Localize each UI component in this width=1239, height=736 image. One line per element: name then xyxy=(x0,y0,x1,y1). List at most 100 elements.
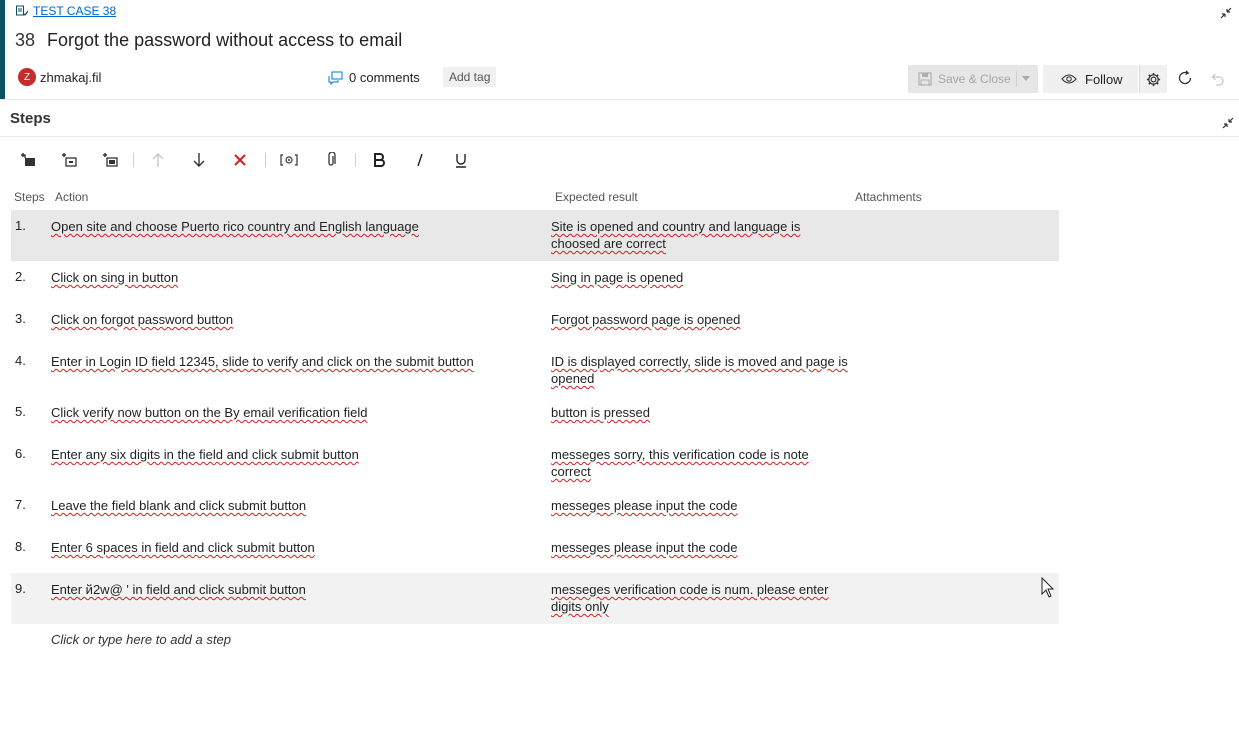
step-number: 9. xyxy=(15,581,26,596)
step-row[interactable]: 7. Leave the field blank and click submi… xyxy=(11,489,1059,531)
insert-shared-steps-button[interactable] xyxy=(59,150,79,170)
step-row[interactable]: 6. Enter any six digits in the field and… xyxy=(11,438,1059,489)
comment-icon xyxy=(328,71,343,85)
collapse-section-icon[interactable] xyxy=(1221,116,1235,130)
undo-button[interactable] xyxy=(1207,68,1227,88)
step-expected-result[interactable]: ID is displayed correctly, slide is move… xyxy=(551,353,851,387)
work-item-type: TEST CASE 38 xyxy=(16,4,116,18)
step-expected-result[interactable]: messeges verification code is num. pleas… xyxy=(551,581,851,615)
column-header-expected-result: Expected result xyxy=(555,190,638,204)
column-header-action: Action xyxy=(55,190,89,204)
mouse-cursor-icon xyxy=(1041,577,1055,598)
italic-icon xyxy=(417,153,423,167)
step-row[interactable]: 1. Open site and choose Puerto rico coun… xyxy=(11,210,1059,261)
step-number: 7. xyxy=(15,497,26,512)
refresh-icon xyxy=(1178,70,1192,85)
step-action[interactable]: Click verify now button on the By email … xyxy=(51,404,531,421)
step-number: 1. xyxy=(15,218,26,233)
step-number: 2. xyxy=(15,269,26,284)
test-case-icon xyxy=(16,5,28,16)
step-row[interactable]: 3. Click on forgot password button Forgo… xyxy=(11,303,1059,345)
section-divider xyxy=(0,136,1239,137)
step-expected-result[interactable]: messeges please input the code xyxy=(551,539,851,556)
step-action[interactable]: Click on forgot password button xyxy=(51,311,531,328)
refresh-button[interactable] xyxy=(1175,68,1195,88)
step-row[interactable]: 8. Enter 6 spaces in field and click sub… xyxy=(11,531,1059,573)
assignee-name[interactable]: zhmakaj.fil xyxy=(40,70,101,85)
steps-section-title: Steps xyxy=(10,110,51,127)
step-expected-result[interactable]: Site is opened and country and language … xyxy=(551,218,851,252)
step-row[interactable]: 5. Click verify now button on the By ema… xyxy=(11,396,1059,438)
arrow-down-icon xyxy=(193,153,205,167)
button-divider xyxy=(1016,71,1017,87)
save-close-button[interactable]: Save & Close xyxy=(908,65,1038,93)
step-row[interactable]: 4. Enter in Login ID field 12345, slide … xyxy=(11,345,1059,396)
underline-icon xyxy=(456,153,466,168)
follow-label: Follow xyxy=(1085,71,1123,87)
undo-icon xyxy=(1211,73,1224,86)
parameter-icon xyxy=(280,154,298,166)
delete-icon xyxy=(234,154,246,166)
collapse-icon[interactable] xyxy=(1219,6,1233,20)
save-icon xyxy=(918,72,932,86)
comments-count: 0 comments xyxy=(349,70,420,85)
step-action[interactable]: Open site and choose Puerto rico country… xyxy=(51,218,531,235)
save-close-label: Save & Close xyxy=(938,72,1011,86)
gear-icon xyxy=(1146,72,1161,86)
step-number: 6. xyxy=(15,446,26,461)
parameter-step-icon xyxy=(103,153,118,167)
title-row: 38 Forgot the password without access to… xyxy=(15,30,402,51)
work-item-id: 38 xyxy=(15,30,36,50)
insert-parameter-token-button[interactable] xyxy=(279,150,299,170)
toolbar-divider xyxy=(265,153,266,167)
step-expected-result[interactable]: Forgot password page is opened xyxy=(551,311,851,328)
follow-button[interactable]: Follow xyxy=(1043,65,1138,93)
step-action[interactable]: Leave the field blank and click submit b… xyxy=(51,497,531,514)
step-expected-result[interactable]: button is pressed xyxy=(551,404,851,421)
step-expected-result[interactable]: Sing in page is opened xyxy=(551,269,851,286)
step-action[interactable]: Enter any six digits in the field and cl… xyxy=(51,446,531,463)
step-action[interactable]: Click on sing in button xyxy=(51,269,531,286)
step-action[interactable]: Enter 6 spaces in field and click submit… xyxy=(51,539,531,556)
eye-icon xyxy=(1061,74,1077,84)
toolbar-divider xyxy=(355,153,356,167)
delete-step-button[interactable] xyxy=(230,150,250,170)
underline-button[interactable] xyxy=(451,150,471,170)
step-action[interactable]: Enter й2w@ ' in field and click submit b… xyxy=(51,581,531,598)
insert-step-button[interactable] xyxy=(18,150,38,170)
move-up-button[interactable] xyxy=(148,150,168,170)
step-number: 8. xyxy=(15,539,26,554)
column-header-steps: Steps xyxy=(14,190,45,204)
step-number: 3. xyxy=(15,311,26,326)
bold-icon xyxy=(374,153,385,167)
move-down-button[interactable] xyxy=(189,150,209,170)
work-item-type-link[interactable]: TEST CASE 38 xyxy=(33,4,116,18)
work-item-title[interactable]: Forgot the password without access to em… xyxy=(47,30,402,51)
column-header-attachments: Attachments xyxy=(855,190,922,204)
settings-button[interactable] xyxy=(1139,65,1167,93)
add-tag-button[interactable]: Add tag xyxy=(443,67,497,87)
step-number: 5. xyxy=(15,404,26,419)
toolbar-divider xyxy=(133,153,134,167)
chevron-down-icon[interactable] xyxy=(1022,76,1030,81)
step-expected-result[interactable]: messeges please input the code xyxy=(551,497,851,514)
attachment-button[interactable] xyxy=(321,150,341,170)
steps-toolbar xyxy=(18,150,498,170)
paperclip-icon xyxy=(328,152,336,166)
insert-parameter-button[interactable] xyxy=(100,150,120,170)
shared-steps-icon xyxy=(62,153,77,167)
meta-row: Z zhmakaj.fil 0 comments Add tag Save & … xyxy=(18,65,1238,93)
comments-link[interactable]: 0 comments xyxy=(328,70,420,85)
arrow-up-icon xyxy=(152,153,164,167)
insert-step-icon xyxy=(21,153,35,166)
avatar[interactable]: Z xyxy=(18,68,36,86)
add-step-placeholder[interactable]: Click or type here to add a step xyxy=(51,632,231,647)
step-action[interactable]: Enter in Login ID field 12345, slide to … xyxy=(51,353,531,370)
italic-button[interactable] xyxy=(410,150,430,170)
step-expected-result[interactable]: messeges sorry, this verification code i… xyxy=(551,446,851,480)
work-item-header: TEST CASE 38 38 Forgot the password with… xyxy=(0,0,1239,100)
step-row[interactable]: 2. Click on sing in button Sing in page … xyxy=(11,261,1059,303)
step-number: 4. xyxy=(15,353,26,368)
step-row[interactable]: 9. Enter й2w@ ' in field and click submi… xyxy=(11,573,1059,624)
bold-button[interactable] xyxy=(369,150,389,170)
